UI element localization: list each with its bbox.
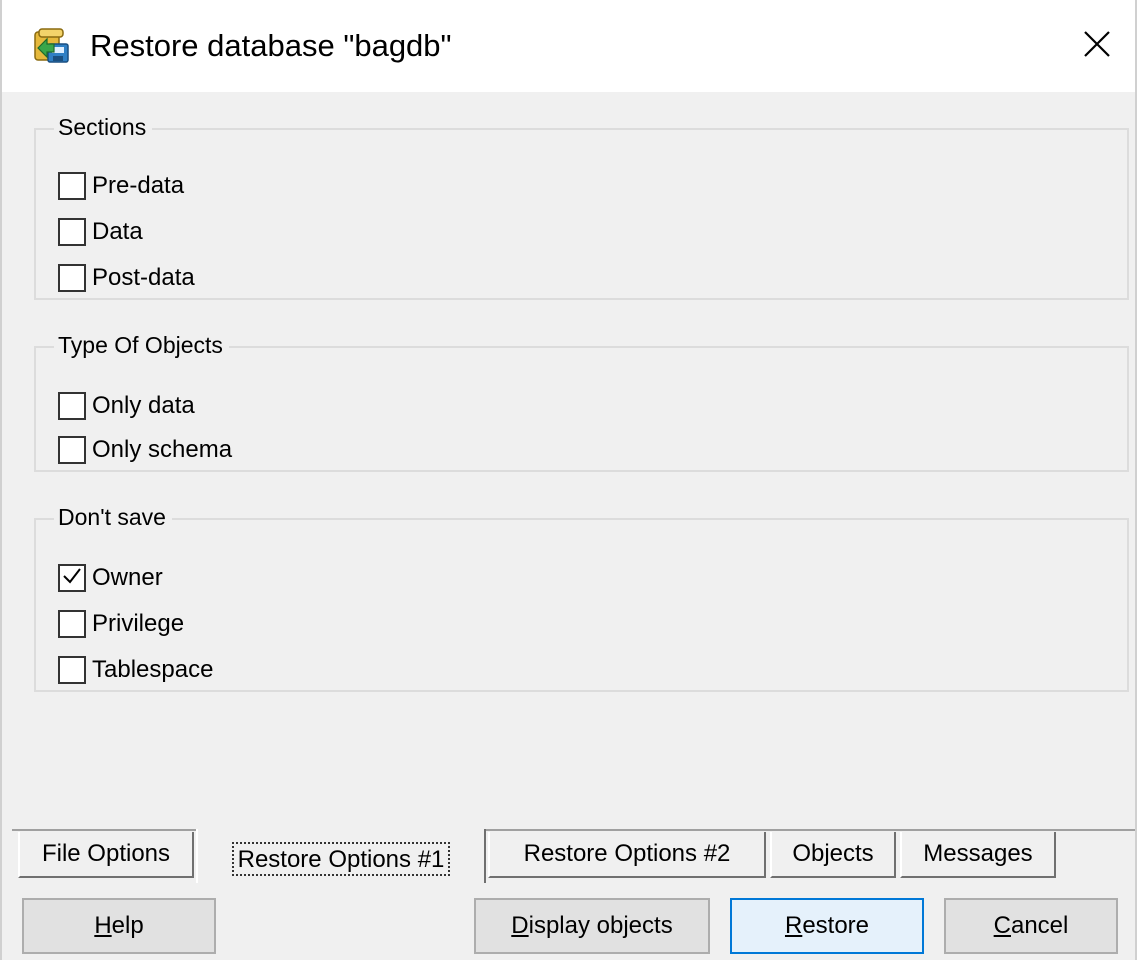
window-title: Restore database "bagdb" — [90, 28, 452, 63]
help-label-rest: elp — [111, 912, 144, 939]
checkbox-box[interactable] — [58, 172, 86, 200]
checkbox-label: Post-data — [92, 264, 195, 291]
tab-objects[interactable]: Objects — [770, 832, 896, 878]
checkbox-box[interactable] — [58, 218, 86, 246]
tab-label: Messages — [923, 840, 1033, 867]
cancel-button[interactable]: Cancel — [944, 898, 1118, 954]
close-icon — [1083, 30, 1111, 63]
restore-database-icon — [32, 26, 72, 66]
checkbox-label: Owner — [92, 564, 163, 591]
checkbox-label: Tablespace — [92, 656, 214, 683]
checkbox-box[interactable] — [58, 610, 86, 638]
cancel-label-rest: ancel — [1010, 912, 1069, 939]
tab-messages[interactable]: Messages — [900, 832, 1056, 878]
checkbox-label: Only schema — [92, 436, 233, 463]
dont-save-legend: Don't save — [54, 502, 172, 532]
checkbox-box[interactable] — [58, 656, 86, 684]
restore-button[interactable]: Restore — [730, 898, 924, 954]
post-data-checkbox[interactable]: Post-data — [58, 262, 195, 294]
tablespace-checkbox[interactable]: Tablespace — [58, 654, 213, 686]
tab-label: Restore Options #1 — [231, 842, 451, 876]
tab-restore-options-1[interactable]: Restore Options #1 — [196, 829, 486, 883]
display-objects-mnemonic: D — [511, 912, 529, 939]
sections-group: Sections Pre-data Data Post-data — [34, 112, 1129, 300]
tab-label: Restore Options #2 — [523, 840, 731, 867]
display-objects-button[interactable]: Display objects — [474, 898, 710, 954]
checkmark-icon — [61, 565, 83, 592]
checkbox-box[interactable] — [58, 436, 86, 464]
tab-label: File Options — [41, 840, 171, 867]
display-objects-label-rest: isplay objects — [528, 912, 673, 939]
pre-data-checkbox[interactable]: Pre-data — [58, 170, 184, 202]
tab-file-options[interactable]: File Options — [18, 832, 194, 878]
tab-restore-options-2[interactable]: Restore Options #2 — [488, 832, 766, 878]
restore-label-rest: estore — [802, 912, 870, 939]
checkbox-box[interactable] — [58, 264, 86, 292]
sections-legend: Sections — [54, 112, 153, 142]
help-button[interactable]: Help — [22, 898, 216, 954]
tab-strip-divider — [12, 829, 1135, 831]
checkbox-label: Only data — [92, 392, 195, 419]
restore-mnemonic: R — [784, 912, 803, 939]
checkbox-label: Privilege — [92, 610, 185, 637]
type-of-objects-group: Type Of Objects Only data Only schema — [34, 330, 1129, 472]
dont-save-group: Don't save Owner Privilege Tablespace — [34, 502, 1129, 692]
tab-label: Objects — [792, 840, 874, 867]
checkbox-label: Pre-data — [92, 172, 185, 199]
help-mnemonic: H — [94, 912, 112, 939]
data-checkbox[interactable]: Data — [58, 216, 143, 248]
checkbox-box[interactable] — [58, 564, 86, 592]
only-data-checkbox[interactable]: Only data — [58, 390, 195, 422]
restore-database-dialog: Restore database "bagdb" Sections Pre-da… — [0, 0, 1137, 960]
checkbox-label: Data — [92, 218, 143, 245]
checkbox-box[interactable] — [58, 392, 86, 420]
type-of-objects-legend: Type Of Objects — [54, 330, 229, 360]
title-bar[interactable]: Restore database "bagdb" — [2, 0, 1135, 92]
close-button[interactable] — [1069, 18, 1125, 74]
privilege-checkbox[interactable]: Privilege — [58, 608, 184, 640]
owner-checkbox[interactable]: Owner — [58, 562, 163, 594]
cancel-mnemonic: C — [993, 912, 1011, 939]
only-schema-checkbox[interactable]: Only schema — [58, 434, 232, 466]
